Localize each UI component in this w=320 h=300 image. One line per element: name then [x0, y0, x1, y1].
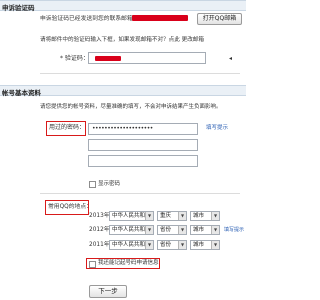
divider — [40, 193, 240, 194]
province-value: 省份 — [160, 242, 172, 248]
forgot-location-label: 我还能记起号码申请信息 — [98, 260, 159, 266]
province-select[interactable]: 重庆 ▼ — [157, 211, 187, 221]
password-label: 用过的密码： — [49, 124, 86, 131]
country-select[interactable]: 中华人民共和国 ▼ — [109, 240, 154, 250]
location-year: 2011年 — [89, 242, 110, 248]
country-select[interactable]: 中华人民共和国 ▼ — [109, 225, 154, 235]
password-dots: •••••••••••••••••••• — [92, 125, 153, 132]
code-label: * 验证码： — [60, 55, 89, 62]
location-year: 2013年 — [89, 213, 110, 219]
verification-code-input[interactable] — [88, 52, 206, 64]
province-select[interactable]: 省份 ▼ — [157, 225, 187, 235]
used-password-input[interactable]: •••••••••••••••••••• — [88, 123, 198, 135]
section-header-appeal-code: 申诉验证码 — [0, 0, 246, 12]
show-password-checkbox[interactable] — [89, 181, 96, 188]
city-value: 城市 — [193, 227, 205, 233]
code-sent-notice: 申诉验证码已经发送到您的联系邮箱： — [40, 16, 139, 22]
province-value: 重庆 — [160, 213, 172, 219]
city-select[interactable]: 城市 ▼ — [190, 240, 220, 250]
chevron-down-icon: ▼ — [178, 241, 186, 249]
chevron-down-icon: ▼ — [178, 226, 186, 234]
account-intro: 请您提供您的帐号资料，尽量准确的填写，不会对申诉结果产生负面影响。 — [40, 104, 222, 110]
chevron-down-icon: ▼ — [211, 226, 219, 234]
section-title: 帐号基本资料 — [2, 89, 41, 97]
password-hint-link[interactable]: 填写提示 — [206, 125, 228, 132]
province-value: 省份 — [160, 227, 172, 233]
password-input-3[interactable] — [88, 155, 198, 167]
redacted-email — [132, 15, 188, 21]
chevron-down-icon: ▼ — [145, 226, 153, 234]
section-title: 申诉验证码 — [2, 4, 35, 12]
province-select[interactable]: 省份 ▼ — [157, 240, 187, 250]
forgot-location-checkbox[interactable] — [89, 261, 96, 268]
divider — [40, 73, 240, 74]
chevron-down-icon: ▼ — [211, 241, 219, 249]
city-value: 城市 — [193, 213, 205, 219]
code-instruction-text: 请将邮件中的验证码输入下框，如果发现邮箱不对？点此 更改邮箱 — [40, 37, 204, 43]
location-hint-link[interactable]: 填写提示 — [224, 228, 244, 233]
chevron-down-icon: ▼ — [145, 241, 153, 249]
city-select[interactable]: 城市 ▼ — [190, 225, 220, 235]
code-chevron-icon: ◂ — [229, 55, 233, 62]
city-select[interactable]: 城市 ▼ — [190, 211, 220, 221]
code-instruction: 请将邮件中的验证码输入下框，如果发现邮箱不对？点此 更改邮箱 — [40, 37, 204, 44]
location-year: 2012年 — [89, 227, 110, 233]
password-input-2[interactable] — [88, 139, 198, 151]
redacted-code — [95, 56, 121, 61]
city-value: 城市 — [193, 242, 205, 248]
show-password-label: 显示密码 — [98, 181, 121, 187]
country-select[interactable]: 中华人民共和国 ▼ — [109, 211, 154, 221]
locations-label: 常用QQ的地点： — [48, 204, 92, 210]
next-step-button[interactable]: 下一步 — [89, 285, 127, 298]
chevron-down-icon: ▼ — [178, 212, 186, 220]
chevron-down-icon: ▼ — [145, 212, 153, 220]
open-qq-mailbox-button[interactable]: 打开QQ邮箱 — [197, 13, 242, 25]
section-header-account-info: 帐号基本资料 — [0, 85, 246, 97]
chevron-down-icon: ▼ — [211, 212, 219, 220]
